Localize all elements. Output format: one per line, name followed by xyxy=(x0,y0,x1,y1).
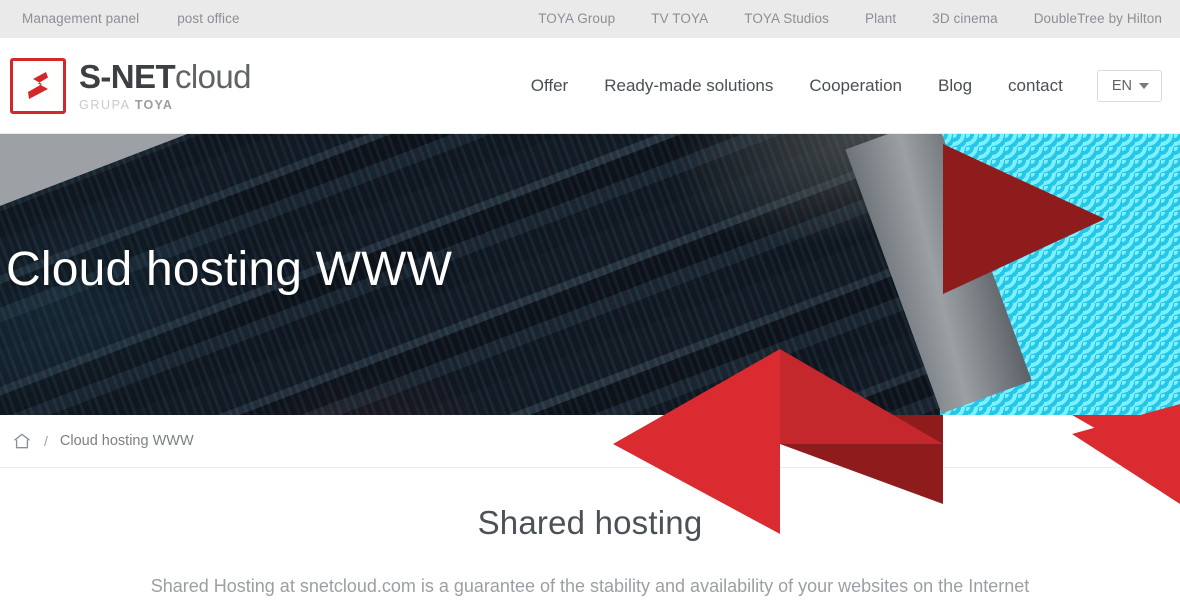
brand-title: S-NETcloud xyxy=(79,57,252,95)
topbar-link-plant[interactable]: Plant xyxy=(865,11,896,26)
topbar-left-item: Management panel xyxy=(22,10,139,28)
topbar-link-toya-group[interactable]: TOYA Group xyxy=(538,11,615,26)
nav-item-offer[interactable]: Offer xyxy=(531,76,568,95)
nav-list-item: Blog xyxy=(938,76,972,96)
top-utility-bar: Management panel post office TOYA Group … xyxy=(0,0,1180,38)
nav-item-cooperation[interactable]: Cooperation xyxy=(809,76,902,95)
breadcrumb: / Cloud hosting WWW xyxy=(0,415,1180,468)
brand-title-secondary: cloud xyxy=(175,57,252,95)
breadcrumb-home-link[interactable] xyxy=(12,431,32,451)
topbar-link-3d-cinema[interactable]: 3D cinema xyxy=(932,11,997,26)
topbar-right-item: Plant xyxy=(865,10,896,28)
hero-banner: Cloud hosting WWW xyxy=(0,134,1180,534)
topbar-link-tv-toya[interactable]: TV TOYA xyxy=(651,11,708,26)
nav-item-contact[interactable]: contact xyxy=(1008,76,1063,95)
nav-list-item: Offer xyxy=(531,76,568,96)
topbar-right-item: TOYA Studios xyxy=(744,10,829,28)
topbar-link-toya-studios[interactable]: TOYA Studios xyxy=(744,11,829,26)
s-net-logo-icon xyxy=(10,57,66,114)
main-nav-list: Offer Ready-made solutions Cooperation B… xyxy=(495,76,1063,96)
topbar-left-links: Management panel post office xyxy=(22,10,278,28)
breadcrumb-separator: / xyxy=(44,433,48,449)
main-navigation: Offer Ready-made solutions Cooperation B… xyxy=(495,69,1162,102)
language-selector[interactable]: EN xyxy=(1096,69,1162,102)
page-lead-paragraph: Shared Hosting at snetcloud.com is a gua… xyxy=(150,576,1030,596)
topbar-right-item: TOYA Group xyxy=(538,10,615,28)
brand-title-primary: S-NET xyxy=(79,57,176,95)
page-title: Shared hosting xyxy=(477,504,703,541)
home-icon xyxy=(14,433,30,449)
brand-subtitle-prefix: GRUPA xyxy=(79,97,135,112)
topbar-right-item: 3D cinema xyxy=(932,10,997,28)
site-header: S-NETcloud GRUPA TOYA Offer Ready-made s… xyxy=(0,38,1180,134)
nav-item-blog[interactable]: Blog xyxy=(938,76,972,95)
topbar-left-item: post office xyxy=(177,10,239,28)
topbar-right-links: TOYA Group TV TOYA TOYA Studios Plant 3D… xyxy=(502,10,1162,28)
brand-subtitle: GRUPA TOYA xyxy=(79,99,251,112)
topbar-link-doubletree-by-hilton[interactable]: DoubleTree by Hilton xyxy=(1034,11,1162,26)
brand-logo-link[interactable]: S-NETcloud GRUPA TOYA xyxy=(10,57,252,114)
nav-item-ready-made-solutions[interactable]: Ready-made solutions xyxy=(604,76,773,95)
hero-cyan-panel xyxy=(940,134,1180,415)
topbar-right-item: TV TOYA xyxy=(651,10,708,28)
nav-list-item: contact xyxy=(1008,76,1063,96)
hero-title: Cloud hosting WWW xyxy=(6,243,453,296)
topbar-link-post-office[interactable]: post office xyxy=(177,11,239,26)
brand-text: S-NETcloud GRUPA TOYA xyxy=(79,57,252,112)
language-selector-value: EN xyxy=(1111,77,1132,94)
topbar-link-management-panel[interactable]: Management panel xyxy=(22,11,139,26)
main-content: Shared hosting Shared Hosting at snetclo… xyxy=(0,468,1180,597)
breadcrumb-current: Cloud hosting WWW xyxy=(59,433,194,449)
nav-list-item: Ready-made solutions xyxy=(604,76,773,96)
brand-subtitle-toya: TOYA xyxy=(134,97,174,112)
nav-list-item: Cooperation xyxy=(809,76,902,96)
chevron-down-icon xyxy=(1139,82,1149,89)
topbar-right-item: DoubleTree by Hilton xyxy=(1034,10,1162,28)
